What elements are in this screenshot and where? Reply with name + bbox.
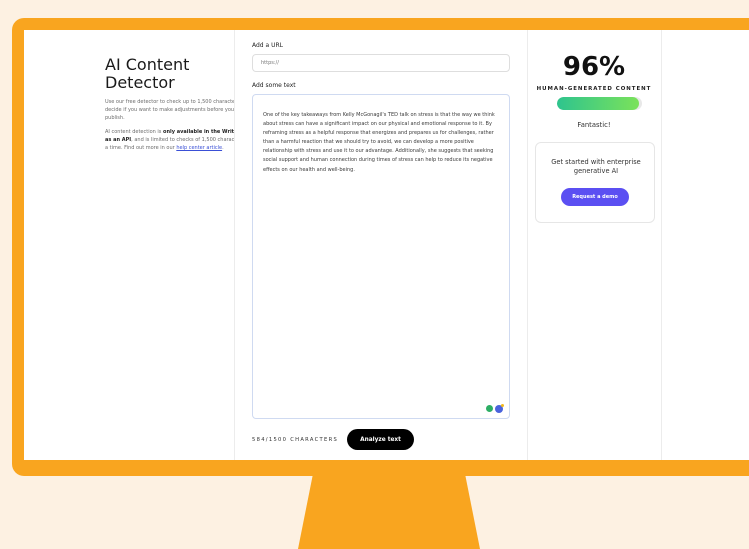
intro-text: Use our free detector to check up to 1,5… (105, 99, 253, 122)
input-card: Add a URL Add some text One of the key t… (234, 30, 528, 460)
score-caption: HUMAN-GENERATED CONTENT (536, 86, 652, 92)
note-pre: AI content detection is (105, 128, 164, 135)
monitor-stand (298, 476, 480, 549)
left-info-column: AI Content Detector Use our free detecto… (105, 56, 255, 157)
text-input-area[interactable]: One of the key takeaways from Kelly McGo… (252, 94, 510, 419)
api-note: AI content detection is only available i… (105, 128, 255, 153)
help-center-link[interactable]: help center article (176, 145, 222, 151)
note-end: . (222, 145, 224, 152)
app-screen: AI Content Detector Use our free detecto… (24, 30, 749, 460)
character-counter: 584/1500 CHARACTERS (252, 437, 339, 443)
text-input-content: One of the key takeaways from Kelly McGo… (263, 112, 495, 173)
analyze-text-button[interactable]: Analyze text (347, 429, 414, 450)
url-label: Add a URL (252, 42, 284, 49)
enterprise-promo-card: Get started with enterprise generative A… (535, 142, 655, 223)
grammar-tools (486, 404, 504, 413)
grammarly-g-icon[interactable] (495, 404, 504, 413)
page-title: AI Content Detector (105, 55, 190, 92)
score-progress-bar (557, 97, 642, 110)
score-progress-fill (557, 97, 639, 110)
text-label: Add some text (252, 82, 296, 89)
score-value: 96% (562, 52, 626, 82)
promo-text: Get started with enterprise generative A… (551, 158, 641, 175)
verdict-text: Fantastic! (577, 121, 611, 129)
request-demo-button[interactable]: Request a demo (561, 188, 629, 206)
url-input[interactable] (252, 54, 510, 72)
grammarly-pin-icon[interactable] (486, 405, 493, 412)
result-panel: 96% HUMAN-GENERATED CONTENT Fantastic! G… (527, 30, 662, 460)
